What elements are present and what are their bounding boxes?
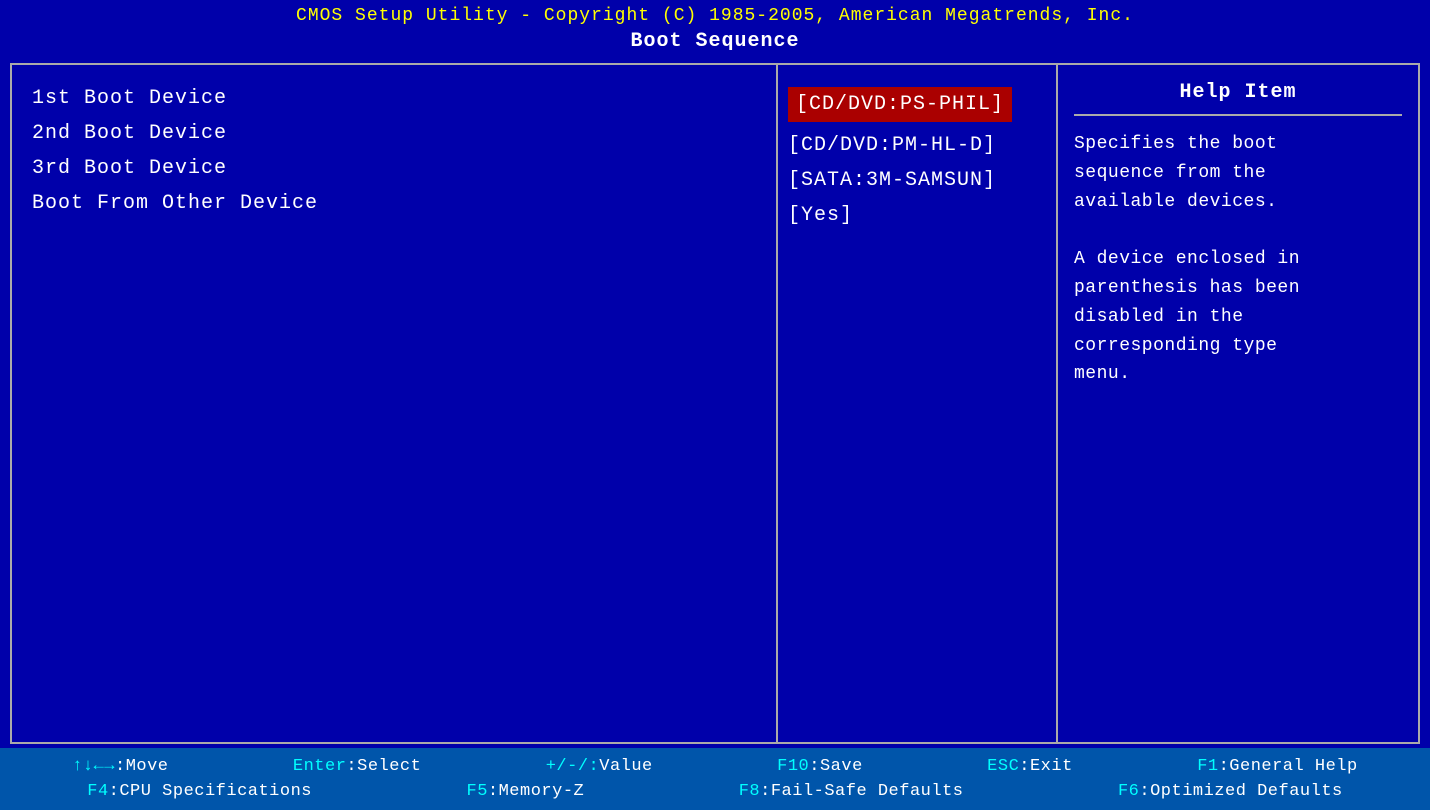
footer-memory: F5:Memory-Z [467, 782, 585, 801]
help-text: Specifies the boot sequence from the ava… [1074, 130, 1402, 389]
footer-move: ↑↓←→:Move [72, 757, 168, 776]
key-enter: Enter [293, 757, 347, 776]
footer-value: +/-/:Value [546, 757, 653, 776]
help-line3: available devices. [1074, 192, 1277, 212]
value-row-3[interactable]: [SATA:3M-SAMSUN] [788, 163, 1046, 198]
help-line4: A device enclosed in [1074, 249, 1300, 269]
key-plusminus: +/-/: [546, 757, 600, 776]
footer-optimized: F6:Optimized Defaults [1118, 782, 1343, 801]
help-line1: Specifies the boot [1074, 134, 1277, 154]
footer-cpu: F4:CPU Specifications [87, 782, 312, 801]
value-2nd: [CD/DVD:PM-HL-D] [788, 128, 996, 163]
desc-memory: :Memory-Z [488, 782, 584, 801]
key-f6: F6 [1118, 782, 1139, 801]
desc-move: :Move [115, 757, 169, 776]
key-f10: F10 [777, 757, 809, 776]
footer-help: F1:General Help [1197, 757, 1358, 776]
footer-select: Enter:Select [293, 757, 421, 776]
key-f1: F1 [1197, 757, 1218, 776]
footer-exit: ESC:Exit [987, 757, 1073, 776]
help-line7: corresponding type [1074, 336, 1277, 356]
title-bar: CMOS Setup Utility - Copyright (C) 1985-… [0, 0, 1430, 28]
value-row-other[interactable]: [Yes] [788, 198, 1046, 233]
desc-failsafe: :Fail-Safe Defaults [760, 782, 963, 801]
subtitle: Boot Sequence [0, 28, 1430, 59]
key-esc: ESC [987, 757, 1019, 776]
value-3rd: [SATA:3M-SAMSUN] [788, 163, 996, 198]
desc-help: :General Help [1219, 757, 1358, 776]
help-line8: menu. [1074, 364, 1131, 384]
key-f8: F8 [739, 782, 760, 801]
left-panel: 1st Boot Device 2nd Boot Device 3rd Boot… [12, 65, 778, 742]
footer-failsafe: F8:Fail-Safe Defaults [739, 782, 964, 801]
bios-screen: CMOS Setup Utility - Copyright (C) 1985-… [0, 0, 1430, 810]
footer-save: F10:Save [777, 757, 863, 776]
value-row-2[interactable]: [CD/DVD:PM-HL-D] [788, 128, 1046, 163]
title-text: CMOS Setup Utility - Copyright (C) 1985-… [296, 6, 1134, 26]
menu-item-1st[interactable]: 1st Boot Device [32, 81, 756, 116]
footer-row2: F4:CPU Specifications F5:Memory-Z F8:Fai… [10, 779, 1420, 804]
footer-row1: ↑↓←→:Move Enter:Select +/-/:Value F10:Sa… [10, 754, 1420, 779]
key-arrows: ↑↓←→ [72, 757, 115, 776]
menu-item-other[interactable]: Boot From Other Device [32, 186, 756, 221]
menu-item-3rd[interactable]: 3rd Boot Device [32, 151, 756, 186]
key-f4: F4 [87, 782, 108, 801]
desc-value: Value [599, 757, 653, 776]
help-title: Help Item [1074, 81, 1402, 116]
desc-optimized: :Optimized Defaults [1139, 782, 1342, 801]
value-1st-selected: [CD/DVD:PS-PHIL] [788, 87, 1012, 122]
help-line6: disabled in the [1074, 307, 1244, 327]
key-f5: F5 [467, 782, 488, 801]
value-other: [Yes] [788, 198, 853, 233]
subtitle-text: Boot Sequence [630, 30, 799, 53]
desc-select: :Select [346, 757, 421, 776]
help-line2: sequence from the [1074, 163, 1266, 183]
main-content: 1st Boot Device 2nd Boot Device 3rd Boot… [10, 63, 1420, 744]
middle-panel: [CD/DVD:PS-PHIL] [CD/DVD:PM-HL-D] [SATA:… [778, 65, 1058, 742]
desc-save: :Save [809, 757, 863, 776]
value-row-1[interactable]: [CD/DVD:PS-PHIL] [788, 81, 1046, 128]
desc-cpu: :CPU Specifications [109, 782, 312, 801]
help-line5: parenthesis has been [1074, 278, 1300, 298]
desc-exit: :Exit [1019, 757, 1073, 776]
right-panel: Help Item Specifies the boot sequence fr… [1058, 65, 1418, 742]
menu-item-2nd[interactable]: 2nd Boot Device [32, 116, 756, 151]
footer: ↑↓←→:Move Enter:Select +/-/:Value F10:Sa… [0, 748, 1430, 810]
